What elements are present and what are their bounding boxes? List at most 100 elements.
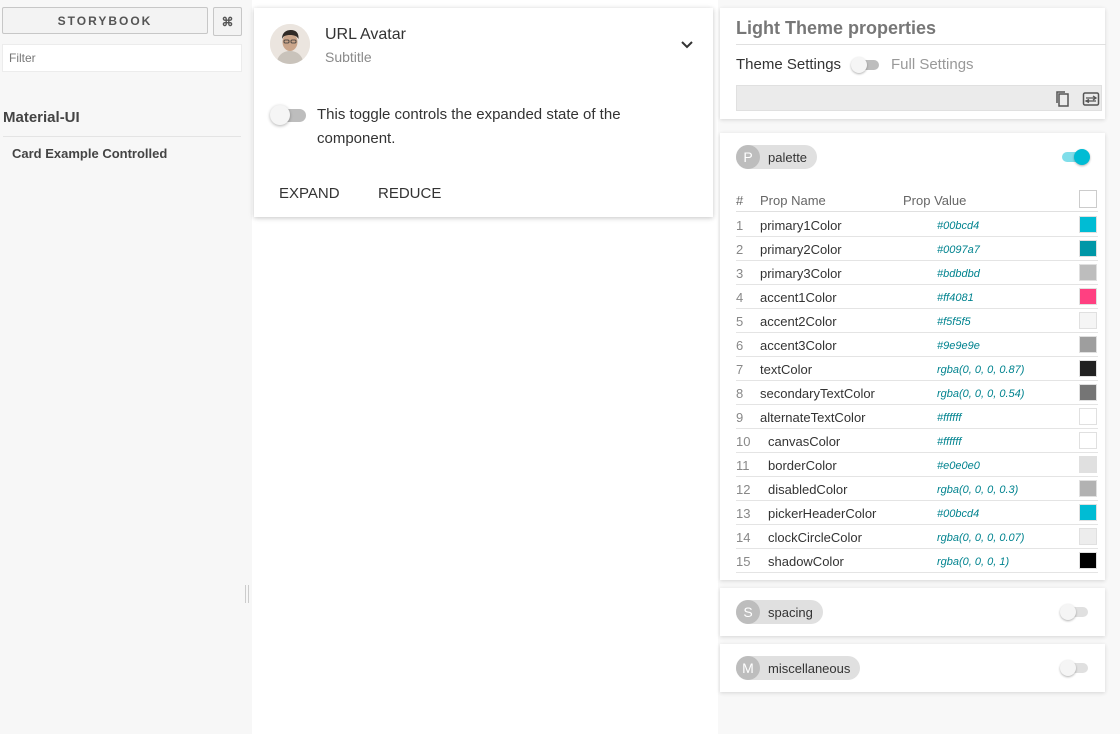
color-swatch[interactable]	[1079, 240, 1097, 257]
shortcuts-button[interactable]: ⌘	[213, 7, 242, 36]
color-swatch[interactable]	[1079, 408, 1097, 425]
miscellaneous-toggle[interactable]	[1060, 659, 1090, 677]
color-swatch[interactable]	[1079, 288, 1097, 305]
copy-icon[interactable]	[1054, 90, 1072, 108]
row-number: 13	[736, 506, 751, 521]
row-number: 4	[736, 290, 744, 305]
theme-header-panel: Light Theme properties Theme Settings Fu…	[720, 8, 1106, 119]
spacing-toggle[interactable]	[1060, 603, 1090, 621]
row-number: 5	[736, 314, 744, 329]
row-prop-name: shadowColor	[768, 554, 844, 569]
color-swatch[interactable]	[1079, 432, 1097, 449]
theme-code-field[interactable]	[736, 85, 1102, 111]
table-row[interactable]: 12 disabledColor rgba(0, 0, 0, 0.3)	[736, 477, 1098, 501]
header-number: #	[736, 193, 744, 208]
row-number: 3	[736, 266, 744, 281]
full-settings-label: Full Settings	[891, 56, 974, 73]
spacing-chip[interactable]: S spacing	[736, 600, 823, 624]
row-prop-value: rgba(0, 0, 0, 0.3)	[937, 484, 1019, 496]
theme-settings-toggle[interactable]	[851, 56, 881, 74]
row-number: 7	[736, 362, 744, 377]
palette-toggle[interactable]	[1062, 148, 1090, 166]
row-number: 11	[736, 458, 750, 473]
chip-avatar: M	[736, 656, 760, 680]
expand-button[interactable]: EXPAND	[267, 179, 352, 207]
color-swatch[interactable]	[1079, 312, 1097, 329]
table-row[interactable]: 10 canvasColor #ffffff	[736, 429, 1098, 453]
swap-icon[interactable]	[1082, 90, 1100, 108]
row-prop-value: #ffffff	[937, 412, 962, 424]
storybook-title-button[interactable]: STORYBOOK	[2, 7, 208, 34]
color-swatch[interactable]	[1079, 360, 1097, 377]
row-number: 8	[736, 386, 744, 401]
row-prop-value: #ffffff	[937, 436, 962, 448]
table-row[interactable]: 15 shadowColor rgba(0, 0, 0, 1)	[736, 549, 1098, 573]
toggle-description: This toggle controls the expanded state …	[317, 106, 621, 147]
row-prop-value: #e0e0e0	[937, 460, 980, 472]
header-prop-value: Prop Value	[903, 193, 967, 208]
filter-input[interactable]	[2, 44, 242, 72]
table-row[interactable]: 8 secondaryTextColor rgba(0, 0, 0, 0.54)	[736, 381, 1098, 405]
chip-label: spacing	[768, 604, 813, 620]
row-prop-value: #bdbdbd	[937, 268, 980, 280]
palette-chip[interactable]: P palette	[736, 145, 818, 169]
table-row[interactable]: 1 primary1Color #00bcd4	[736, 213, 1098, 237]
table-row[interactable]: 13 pickerHeaderColor #00bcd4	[736, 501, 1098, 525]
header-swatch	[1079, 190, 1097, 208]
row-number: 1	[736, 218, 744, 233]
table-row[interactable]: 2 primary2Color #0097a7	[736, 237, 1098, 261]
color-swatch[interactable]	[1079, 336, 1097, 353]
theme-title: Light Theme properties	[736, 18, 937, 38]
row-prop-value: rgba(0, 0, 0, 0.07)	[937, 532, 1025, 544]
table-row[interactable]: 14 clockCircleColor rgba(0, 0, 0, 0.07)	[736, 525, 1098, 549]
row-prop-value: #00bcd4	[937, 220, 980, 232]
miscellaneous-section: M miscellaneous	[720, 644, 1105, 692]
color-swatch[interactable]	[1079, 528, 1097, 545]
story-link-card-example-controlled[interactable]: Card Example Controlled	[12, 146, 167, 161]
table-row[interactable]: 4 accent1Color #ff4081	[736, 285, 1098, 309]
row-prop-value: #9e9e9e	[937, 340, 980, 352]
row-prop-name: disabledColor	[768, 482, 848, 497]
reduce-button[interactable]: REDUCE	[366, 179, 453, 207]
spacing-section: S spacing	[720, 588, 1105, 636]
color-swatch[interactable]	[1079, 504, 1097, 521]
card: URL Avatar Subtitle This toggle controls…	[254, 8, 713, 217]
card-subtitle: Subtitle	[325, 49, 372, 65]
row-prop-name: pickerHeaderColor	[768, 506, 877, 521]
color-swatch[interactable]	[1079, 552, 1097, 569]
chevron-down-icon[interactable]	[675, 36, 699, 54]
row-prop-value: rgba(0, 0, 0, 1)	[937, 556, 1010, 568]
story-kind-heading: Material-UI	[3, 109, 241, 137]
color-swatch[interactable]	[1079, 480, 1097, 497]
row-prop-name: clockCircleColor	[768, 530, 862, 545]
card-title: URL Avatar	[325, 26, 406, 43]
panel-resize-handle[interactable]	[245, 585, 249, 603]
row-number: 14	[736, 530, 751, 545]
avatar	[270, 24, 310, 64]
table-row[interactable]: 9 alternateTextColor #ffffff	[736, 405, 1098, 429]
chip-label: miscellaneous	[768, 660, 851, 676]
color-swatch[interactable]	[1079, 456, 1097, 473]
row-prop-value: rgba(0, 0, 0, 0.54)	[937, 388, 1025, 400]
color-swatch[interactable]	[1079, 264, 1097, 281]
row-prop-name: alternateTextColor	[760, 410, 866, 425]
chip-avatar: S	[736, 600, 760, 624]
table-row[interactable]: 6 accent3Color #9e9e9e	[736, 333, 1098, 357]
table-row[interactable]: 11 borderColor #e0e0e0	[736, 453, 1098, 477]
color-swatch[interactable]	[1079, 384, 1097, 401]
expanded-toggle[interactable]	[270, 105, 308, 125]
row-prop-value: #f5f5f5	[937, 316, 971, 328]
row-prop-name: primary2Color	[760, 242, 842, 257]
row-prop-value: rgba(0, 0, 0, 0.87)	[937, 364, 1025, 376]
row-number: 9	[736, 410, 744, 425]
color-swatch[interactable]	[1079, 216, 1097, 233]
row-prop-name: borderColor	[768, 458, 837, 473]
row-number: 15	[736, 554, 751, 569]
table-row[interactable]: 7 textColor rgba(0, 0, 0, 0.87)	[736, 357, 1098, 381]
table-row[interactable]: 3 primary3Color #bdbdbd	[736, 261, 1098, 285]
table-row[interactable]: 5 accent2Color #f5f5f5	[736, 309, 1098, 333]
chip-label: palette	[768, 149, 808, 165]
row-prop-name: primary1Color	[760, 218, 842, 233]
miscellaneous-chip[interactable]: M miscellaneous	[736, 656, 861, 680]
header-prop-name: Prop Name	[760, 193, 826, 208]
